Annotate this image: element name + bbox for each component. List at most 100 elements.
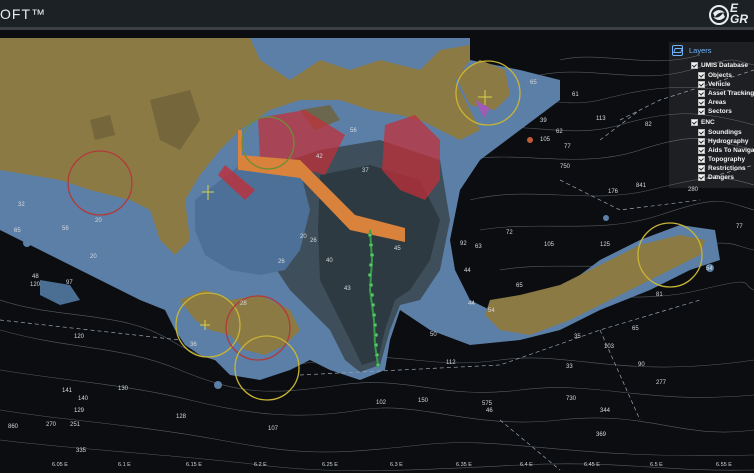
depth-sounding: 39	[540, 118, 547, 124]
depth-sounding: 176	[608, 189, 619, 195]
layer-checkbox[interactable]	[698, 108, 705, 115]
depth-sounding: 140	[78, 396, 89, 402]
layers-icon[interactable]	[672, 45, 683, 56]
depth-sounding: 125	[600, 242, 611, 248]
layer-item[interactable]: Aids To Navigati	[698, 146, 754, 155]
layer-group-0[interactable]: UMIS Database	[691, 61, 748, 70]
depth-sounding: 113	[596, 116, 606, 122]
app-title: OFT™	[0, 6, 46, 22]
depth-sounding: 65	[632, 326, 639, 332]
longitude-tick: 6.1 E	[118, 462, 131, 468]
layer-item-label: Dangers	[708, 174, 735, 181]
longitude-tick: 6.05 E	[52, 462, 68, 468]
layer-item-label: Soundings	[708, 129, 742, 136]
depth-sounding: 128	[176, 414, 187, 420]
layer-item[interactable]: Topography	[698, 155, 745, 164]
depth-sounding: 90	[638, 362, 645, 368]
layer-checkbox[interactable]	[698, 99, 705, 106]
depth-sounding: 48	[32, 274, 39, 280]
depth-sounding: 42	[316, 154, 323, 160]
depth-sounding: 841	[636, 183, 647, 189]
depth-sounding: 141	[62, 388, 73, 394]
depth-sounding: 860	[8, 424, 19, 430]
layer-checkbox[interactable]	[691, 119, 698, 126]
layer-item-label: Restrictions	[708, 165, 746, 172]
depth-sounding: 251	[70, 422, 81, 428]
depth-sounding: 82	[645, 122, 652, 128]
depth-sounding: 45	[394, 246, 401, 252]
depth-sounding: 20	[90, 254, 97, 260]
depth-sounding: 120	[74, 334, 85, 340]
depth-sounding: 35	[574, 334, 581, 340]
layer-group-label: UMIS Database	[701, 62, 748, 69]
depth-sounding: 37	[362, 168, 369, 174]
depth-sounding: 43	[344, 286, 351, 292]
layer-checkbox[interactable]	[698, 81, 705, 88]
layer-item[interactable]: Soundings	[698, 128, 742, 137]
longitude-tick: 6.2 E	[254, 462, 267, 468]
depth-sounding: 33	[566, 364, 573, 370]
title-bar: OFT™ E GR	[0, 0, 754, 30]
layer-item-label: Topography	[708, 156, 746, 163]
depth-sounding: 105	[540, 137, 551, 143]
depth-sounding: 40	[326, 258, 333, 264]
layer-checkbox[interactable]	[698, 165, 705, 172]
longitude-tick: 6.35 E	[456, 462, 472, 468]
depth-sounding: 65	[516, 283, 523, 289]
layer-group-label: ENC	[701, 119, 715, 126]
layer-checkbox[interactable]	[698, 90, 705, 97]
layer-item[interactable]: Vehicle	[698, 80, 730, 89]
depth-sounding: 26	[310, 238, 317, 244]
depth-sounding: 44	[468, 301, 475, 307]
layer-checkbox[interactable]	[698, 72, 705, 79]
layer-item[interactable]: Areas	[698, 98, 726, 107]
depth-sounding: 32	[18, 202, 25, 208]
layer-item-label: Areas	[708, 99, 727, 106]
layer-checkbox[interactable]	[698, 156, 705, 163]
depth-sounding: 62	[556, 129, 563, 135]
layer-item-label: Asset Tracking	[708, 90, 754, 97]
depth-sounding: 28	[240, 301, 247, 307]
depth-sounding: 63	[475, 244, 482, 250]
longitude-tick: 6.45 E	[584, 462, 600, 468]
layer-item[interactable]: Sectors	[698, 107, 732, 116]
depth-sounding: 54	[706, 266, 713, 272]
layer-checkbox[interactable]	[698, 147, 705, 154]
depth-sounding: 575	[482, 401, 493, 407]
depth-sounding: 81	[656, 292, 663, 298]
depth-sounding: 20	[95, 218, 102, 224]
layer-checkbox[interactable]	[698, 174, 705, 181]
layer-checkbox[interactable]	[698, 138, 705, 145]
logo-text-line2: GR	[730, 12, 748, 26]
layer-item-label: Objects	[708, 72, 732, 79]
layer-item[interactable]: Objects	[698, 71, 732, 80]
layer-item[interactable]: Dangers	[698, 173, 734, 182]
depth-sounding: 107	[268, 426, 279, 432]
layers-panel-title: Layers	[689, 46, 712, 55]
layer-checkbox[interactable]	[691, 62, 698, 69]
depth-sounding: 44	[464, 268, 471, 274]
layer-group-1[interactable]: ENC	[691, 118, 715, 127]
depth-sounding: 97	[66, 280, 73, 286]
depth-sounding: 56	[350, 128, 357, 134]
longitude-tick: 6.3 E	[390, 462, 403, 468]
nautical-map[interactable]: 32 65 56 20 20 97 120 120 141 140 130 129 128 270 251 8…	[0, 30, 754, 473]
layer-checkbox[interactable]	[698, 129, 705, 136]
depth-sounding: 103	[604, 344, 615, 350]
depth-sounding: 65	[14, 228, 21, 234]
layers-panel[interactable]: Layers UMIS Database Objects Vehicle Asset …	[669, 42, 754, 188]
depth-sounding: 730	[566, 396, 577, 402]
depth-sounding: 61	[572, 92, 579, 98]
layer-item-label: Hydrography	[708, 138, 749, 145]
depth-sounding: 50	[430, 332, 437, 338]
layer-item[interactable]: Hydrography	[698, 137, 748, 146]
layer-item[interactable]: Restrictions	[698, 164, 746, 173]
layer-item-label: Aids To Navigati	[708, 147, 754, 154]
longitude-tick: 6.55 E	[716, 462, 732, 468]
depth-sounding: 270	[46, 422, 57, 428]
depth-sounding: 20	[300, 234, 307, 240]
depth-sounding: 120	[30, 282, 41, 288]
depth-sounding: 56	[62, 226, 69, 232]
layer-item[interactable]: Asset Tracking	[698, 89, 754, 98]
depth-sounding: 369	[596, 432, 607, 438]
